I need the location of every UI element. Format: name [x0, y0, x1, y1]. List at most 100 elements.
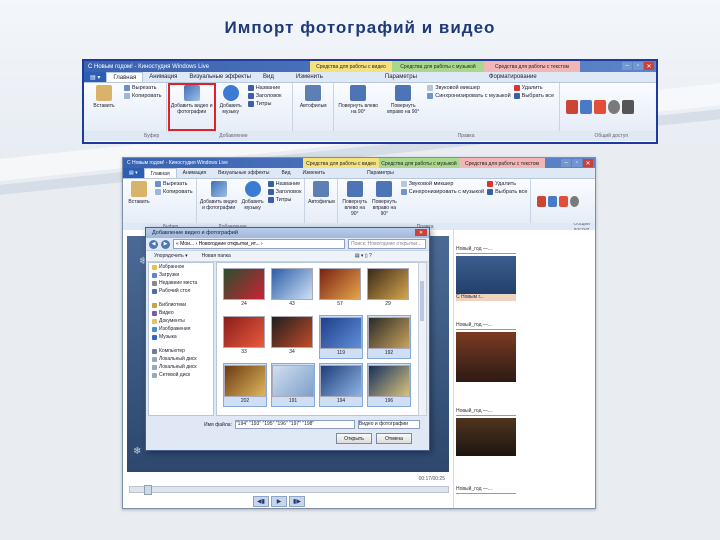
title-button[interactable]: Название	[267, 181, 302, 187]
storyboard-item[interactable]: Новый_год —... С Новым г...	[456, 246, 516, 301]
youtube-icon[interactable]	[566, 100, 579, 114]
nav-item[interactable]: Видео	[149, 309, 213, 317]
automovie-button[interactable]: Автофильм	[308, 181, 335, 221]
address-input[interactable]: « Мои... › Новогодние открытки_ит... ›	[173, 239, 345, 249]
file-thumbnail[interactable]: 57	[319, 267, 361, 309]
minimize-icon[interactable]: –	[561, 159, 571, 167]
back-icon[interactable]: ◀	[149, 239, 158, 249]
new-folder-button[interactable]: Новая папка	[202, 253, 231, 259]
copy-button[interactable]: Копировать	[155, 189, 193, 195]
previous-frame-icon[interactable]: ◀▮	[253, 496, 269, 507]
tab-visual-effects[interactable]: Визуальные эффекты	[183, 72, 257, 82]
minimize-icon[interactable]: –	[622, 62, 632, 70]
file-thumbnail[interactable]: 43	[271, 267, 313, 309]
caption-button[interactable]: Заголовок	[247, 93, 282, 99]
file-menu-icon[interactable]: ▤ ▾	[123, 168, 144, 178]
nav-item[interactable]: Локальный диск	[149, 355, 213, 363]
play-icon[interactable]: ▶	[271, 496, 287, 507]
tab-animation[interactable]: Анимация	[177, 168, 212, 178]
file-thumbnail[interactable]: 202	[223, 363, 267, 407]
file-thumbnail[interactable]: 33	[223, 315, 265, 357]
delete-button[interactable]: Удалить	[487, 181, 527, 187]
add-video-photo-button[interactable]: Добавить видео и фотографии	[200, 181, 238, 221]
cut-button[interactable]: Вырезать	[155, 181, 193, 187]
add-music-button[interactable]: Добавить музыку	[217, 85, 245, 129]
tab-format[interactable]: Форматирование	[483, 72, 543, 82]
tab-visual-effects[interactable]: Визуальные эффекты	[212, 168, 275, 178]
nav-item[interactable]: Недавние места	[149, 279, 213, 287]
sync-music-button[interactable]: Синхронизировать с музыкой	[427, 93, 511, 99]
disc-icon[interactable]	[570, 195, 580, 207]
nav-item[interactable]: Библиотеки	[149, 301, 213, 309]
maximize-icon[interactable]: ▫	[633, 62, 643, 70]
add-music-button[interactable]: Добавить музыку	[241, 181, 265, 221]
seek-bar[interactable]	[129, 485, 449, 495]
tab-options[interactable]: Параметры	[379, 72, 423, 82]
organize-button[interactable]: Упорядочить ▾	[154, 253, 188, 259]
facebook-icon[interactable]	[548, 195, 558, 207]
nav-item[interactable]: Избранное	[149, 263, 213, 271]
file-type-select[interactable]: Видео и фотографии	[357, 420, 420, 429]
storyboard-item[interactable]: Новый_год —...	[456, 322, 516, 382]
select-all-button[interactable]: Выбрать все	[487, 189, 527, 195]
scrollbar[interactable]	[418, 262, 427, 416]
rotate-left-button[interactable]: Повернуть влево на 90°	[341, 181, 368, 221]
context-tab-video[interactable]: Средства для работы с видео	[310, 61, 392, 72]
film-reel-icon[interactable]	[622, 100, 635, 114]
share-service-icon[interactable]	[559, 195, 569, 207]
automovie-button[interactable]: Автофильм	[296, 85, 330, 129]
credits-button[interactable]: Титры	[267, 197, 302, 203]
title-button[interactable]: Название	[247, 85, 282, 91]
file-thumbnail[interactable]: 119	[319, 315, 363, 359]
nav-item[interactable]: Сетевой диск	[149, 371, 213, 379]
paste-button[interactable]: Вставить	[126, 181, 152, 221]
close-icon[interactable]: ✕	[415, 229, 427, 236]
nav-item[interactable]: Загрузки	[149, 271, 213, 279]
tab-options[interactable]: Параметры	[361, 168, 400, 178]
file-thumbnail[interactable]: 191	[271, 363, 315, 407]
tab-view[interactable]: Вид	[275, 168, 296, 178]
file-thumbnail[interactable]: 196	[367, 363, 411, 407]
file-thumbnail[interactable]: 24	[223, 267, 265, 309]
sound-mixer-button[interactable]: Звуковой микшер	[427, 85, 510, 91]
file-menu-icon[interactable]: ▤ ▾	[84, 72, 107, 82]
tab-home[interactable]: Главная	[106, 72, 144, 82]
file-thumbnail[interactable]: 34	[271, 315, 313, 357]
context-tab-text[interactable]: Средства для работы с текстом	[484, 61, 580, 72]
select-all-button[interactable]: Выбрать все	[513, 93, 554, 99]
open-button[interactable]: Открыть	[336, 433, 372, 444]
file-thumbnail[interactable]: 29	[367, 267, 409, 309]
maximize-icon[interactable]: ▫	[572, 159, 582, 167]
share-service-icon[interactable]	[594, 100, 607, 114]
nav-item[interactable]: Рабочий стол	[149, 287, 213, 295]
search-input[interactable]: Поиск: Новогодние открытки...	[348, 239, 426, 249]
cancel-button[interactable]: Отмена	[376, 433, 412, 444]
facebook-icon[interactable]	[580, 100, 593, 114]
next-frame-icon[interactable]: ▮▶	[289, 496, 305, 507]
storyboard-item[interactable]: Новый_год —...	[456, 486, 516, 494]
cut-button[interactable]: Вырезать	[124, 85, 162, 91]
caption-button[interactable]: Заголовок	[267, 189, 301, 195]
tab-animation[interactable]: Анимация	[143, 72, 183, 82]
delete-button[interactable]: Удалить	[513, 85, 554, 91]
context-tab-music[interactable]: Средства для работы с музыкой	[392, 61, 484, 72]
sound-mixer-button[interactable]: Звуковой микшер	[400, 181, 484, 187]
rotate-right-button[interactable]: Повернуть вправо на 90°	[371, 181, 398, 221]
close-icon[interactable]: ✕	[583, 159, 593, 167]
nav-item[interactable]: Локальный диск	[149, 363, 213, 371]
youtube-icon[interactable]	[537, 195, 547, 207]
paste-button[interactable]: Вставить	[87, 85, 121, 129]
close-icon[interactable]: ✕	[644, 62, 654, 70]
file-thumbnail[interactable]: 194	[319, 363, 363, 407]
disc-icon[interactable]	[608, 100, 621, 114]
filename-input[interactable]: "194" "193" "195" "196" "197" "198"	[234, 420, 355, 429]
rotate-right-button[interactable]: Повернуть вправо на 90°	[382, 85, 424, 129]
forward-icon[interactable]: ▶	[161, 239, 170, 249]
tab-edit[interactable]: Изменить	[290, 72, 329, 82]
scrollbar-thumb[interactable]	[420, 281, 424, 321]
tab-edit[interactable]: Изменить	[297, 168, 332, 178]
storyboard-item[interactable]: Новый_год —...	[456, 408, 516, 456]
nav-item[interactable]: Изображения	[149, 325, 213, 333]
file-thumbnail[interactable]: 192	[367, 315, 411, 359]
nav-item[interactable]: Документы	[149, 317, 213, 325]
